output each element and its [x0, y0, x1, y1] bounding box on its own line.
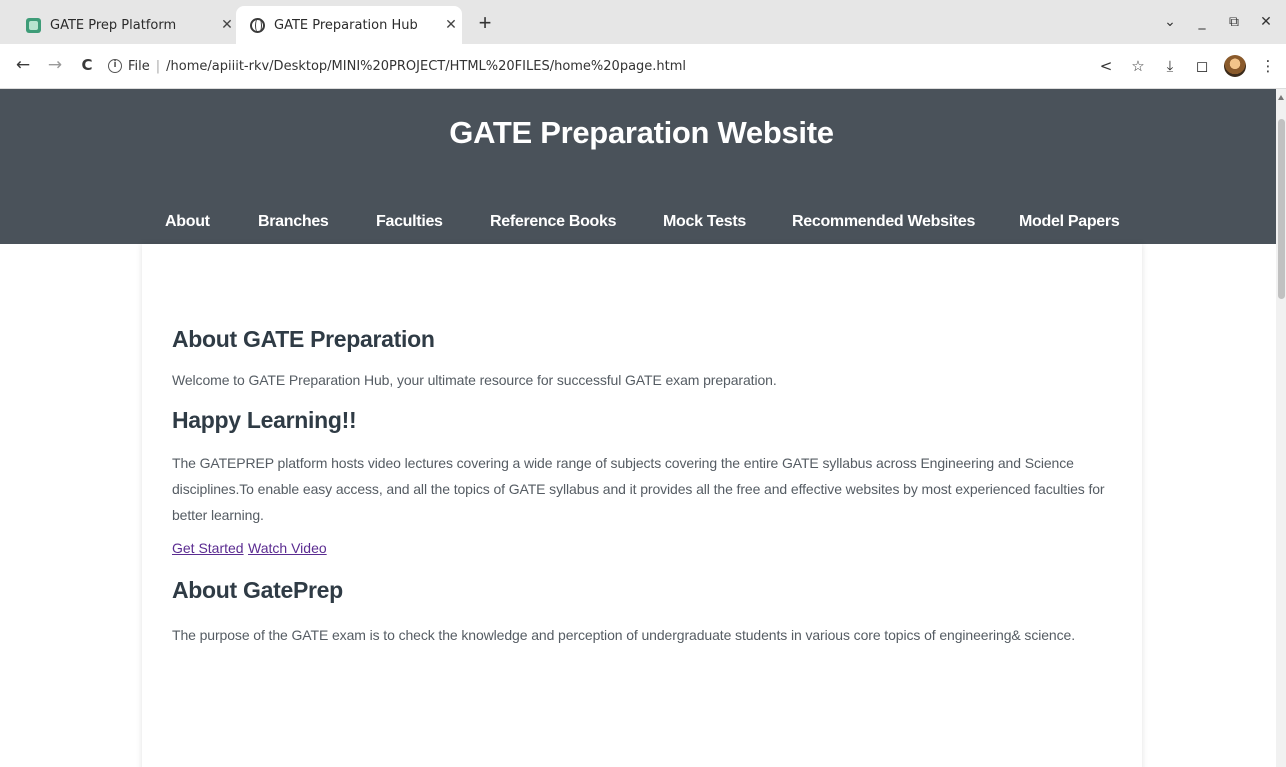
new-tab-button[interactable]: +	[470, 8, 500, 38]
tab-title: GATE Preparation Hub	[274, 17, 418, 33]
scroll-up-arrow-icon[interactable]	[1278, 95, 1284, 100]
star-icon[interactable]: ☆	[1128, 57, 1148, 75]
url-scheme: File	[128, 58, 150, 74]
window-controls: ⌄ _ ⧉ ✕	[1154, 8, 1282, 36]
watch-video-link[interactable]: Watch Video	[248, 540, 327, 556]
platform-description: The GATEPREP platform hosts video lectur…	[172, 455, 1105, 523]
site-title: GATE Preparation Website	[449, 115, 834, 150]
profile-avatar[interactable]	[1224, 55, 1246, 77]
menu-icon[interactable]: ⋮	[1258, 57, 1278, 75]
about-heading: About GATE Preparation	[172, 326, 435, 352]
page-scrollbar[interactable]	[1276, 89, 1286, 767]
restore-icon[interactable]: ⧉	[1218, 14, 1250, 30]
nav-branches[interactable]: Branches	[258, 213, 329, 231]
sidepanel-icon[interactable]: ◻	[1192, 57, 1212, 75]
browser-tab-strip: GATE Prep Platform ✕ GATE Preparation Hu…	[0, 0, 1286, 44]
close-window-icon[interactable]: ✕	[1250, 14, 1282, 30]
url-separator: |	[155, 58, 161, 74]
nav-about[interactable]: About	[165, 213, 210, 231]
tab-title: GATE Prep Platform	[50, 17, 177, 33]
purpose-text: The purpose of the GATE exam is to check…	[172, 627, 1075, 643]
tab-gate-prep-platform[interactable]: GATE Prep Platform ✕	[8, 6, 238, 44]
page-viewport: GATE Preparation Website About Branches …	[0, 89, 1276, 767]
browser-toolbar: ← → C i File | /home/apiiit-rkv/Desktop/…	[0, 44, 1286, 89]
close-icon[interactable]: ✕	[440, 17, 462, 33]
address-bar[interactable]: i File | /home/apiiit-rkv/Desktop/MINI%2…	[108, 52, 1158, 80]
content-card: About GATE Preparation Welcome to GATE P…	[142, 244, 1142, 767]
reload-icon[interactable]: C	[76, 54, 98, 76]
toolbar-actions: < ☆ ⤓ ◻ ⋮	[1096, 54, 1278, 78]
url-path: /home/apiiit-rkv/Desktop/MINI%20PROJECT/…	[166, 58, 687, 74]
happy-learning-heading: Happy Learning!!	[172, 407, 357, 433]
nav-recommended-websites[interactable]: Recommended Websites	[792, 213, 975, 231]
forward-arrow-icon[interactable]: →	[44, 54, 66, 76]
welcome-text: Welcome to GATE Preparation Hub, your ul…	[172, 372, 777, 388]
site-nav: About Branches Faculties Reference Books…	[0, 213, 1276, 239]
minimize-icon[interactable]: _	[1186, 14, 1218, 30]
info-icon[interactable]: i	[108, 59, 122, 73]
close-icon[interactable]: ✕	[216, 17, 238, 33]
tab-search-icon[interactable]: ⌄	[1154, 14, 1186, 30]
about-gateprep-heading: About GatePrep	[172, 577, 343, 603]
nav-faculties[interactable]: Faculties	[376, 213, 443, 231]
document-icon	[26, 17, 41, 33]
download-icon[interactable]: ⤓	[1160, 57, 1180, 75]
nav-mock-tests[interactable]: Mock Tests	[663, 213, 746, 231]
site-header: GATE Preparation Website About Branches …	[0, 89, 1276, 244]
nav-model-papers[interactable]: Model Papers	[1019, 213, 1120, 231]
back-arrow-icon[interactable]: ←	[12, 54, 34, 76]
share-icon[interactable]: <	[1096, 57, 1116, 75]
nav-reference-books[interactable]: Reference Books	[490, 213, 617, 231]
get-started-link[interactable]: Get Started	[172, 540, 244, 556]
scrollbar-thumb[interactable]	[1278, 119, 1285, 299]
tab-gate-preparation-hub[interactable]: GATE Preparation Hub ✕	[236, 6, 462, 44]
cta-links: Get Started Watch Video	[172, 536, 1112, 561]
globe-icon	[250, 17, 265, 33]
